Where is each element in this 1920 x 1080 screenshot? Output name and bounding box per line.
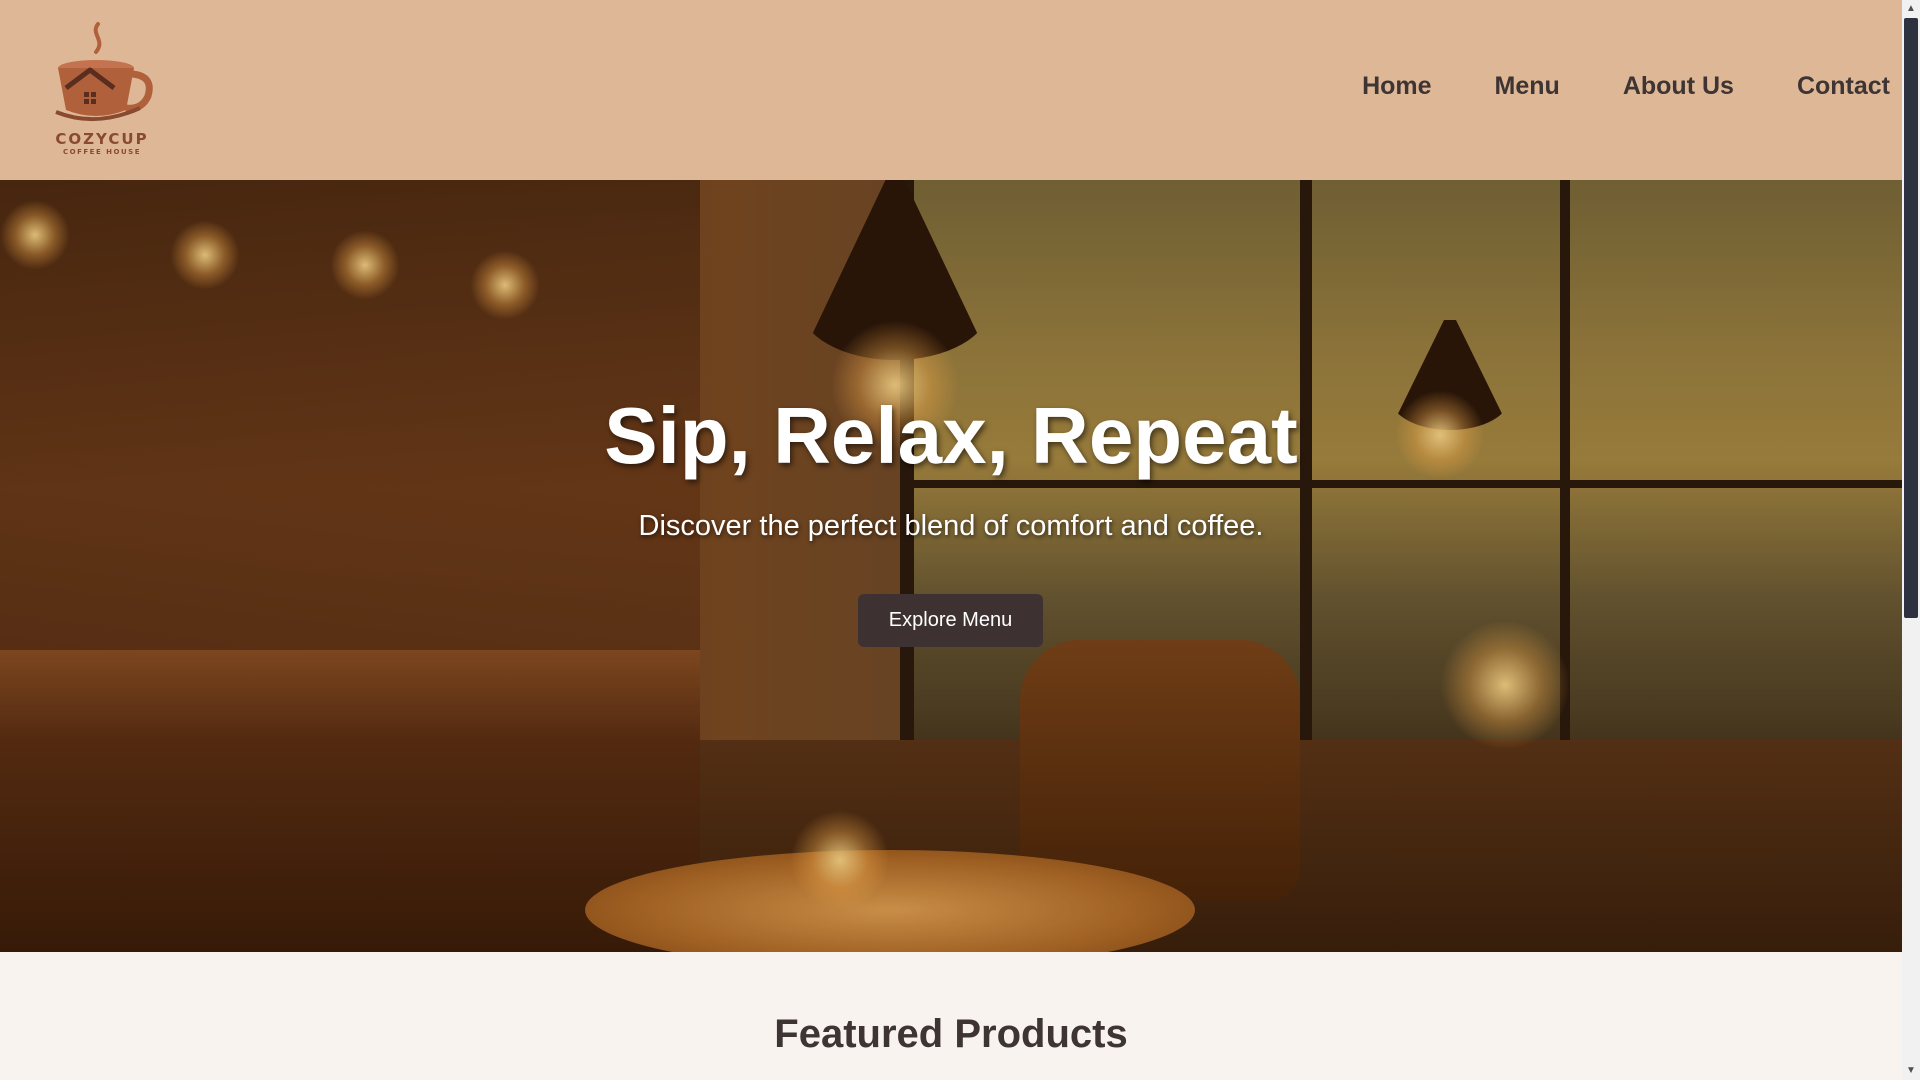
nav-contact[interactable]: Contact	[1797, 72, 1890, 101]
coffee-cup-logo-icon	[55, 22, 153, 122]
hero-section: Sip, Relax, Repeat Discover the perfect …	[0, 180, 1902, 952]
nav-menu[interactable]: Menu	[1495, 72, 1560, 101]
logo-name: COZYCUP	[55, 130, 149, 148]
main-nav: Home Menu About Us Contact	[1299, 72, 1890, 101]
hero-subtitle: Discover the perfect blend of comfort an…	[638, 510, 1264, 542]
scroll-up-arrow-icon[interactable]: ▲	[1902, 0, 1920, 18]
vertical-scrollbar[interactable]: ▲ ▼	[1902, 0, 1920, 1080]
nav-home[interactable]: Home	[1362, 72, 1431, 101]
logo[interactable]: COZYCUP COFFEE HOUSE	[46, 18, 158, 160]
scrollbar-thumb[interactable]	[1904, 18, 1918, 618]
logo-tagline: COFFEE HOUSE	[63, 148, 141, 156]
site-header: COZYCUP COFFEE HOUSE Home Menu About Us …	[0, 0, 1902, 180]
featured-products-heading: Featured Products	[774, 1012, 1128, 1056]
nav-about-us[interactable]: About Us	[1623, 72, 1734, 101]
explore-menu-button[interactable]: Explore Menu	[858, 594, 1043, 647]
scroll-down-arrow-icon[interactable]: ▼	[1902, 1062, 1920, 1080]
hero-title: Sip, Relax, Repeat	[604, 391, 1298, 480]
